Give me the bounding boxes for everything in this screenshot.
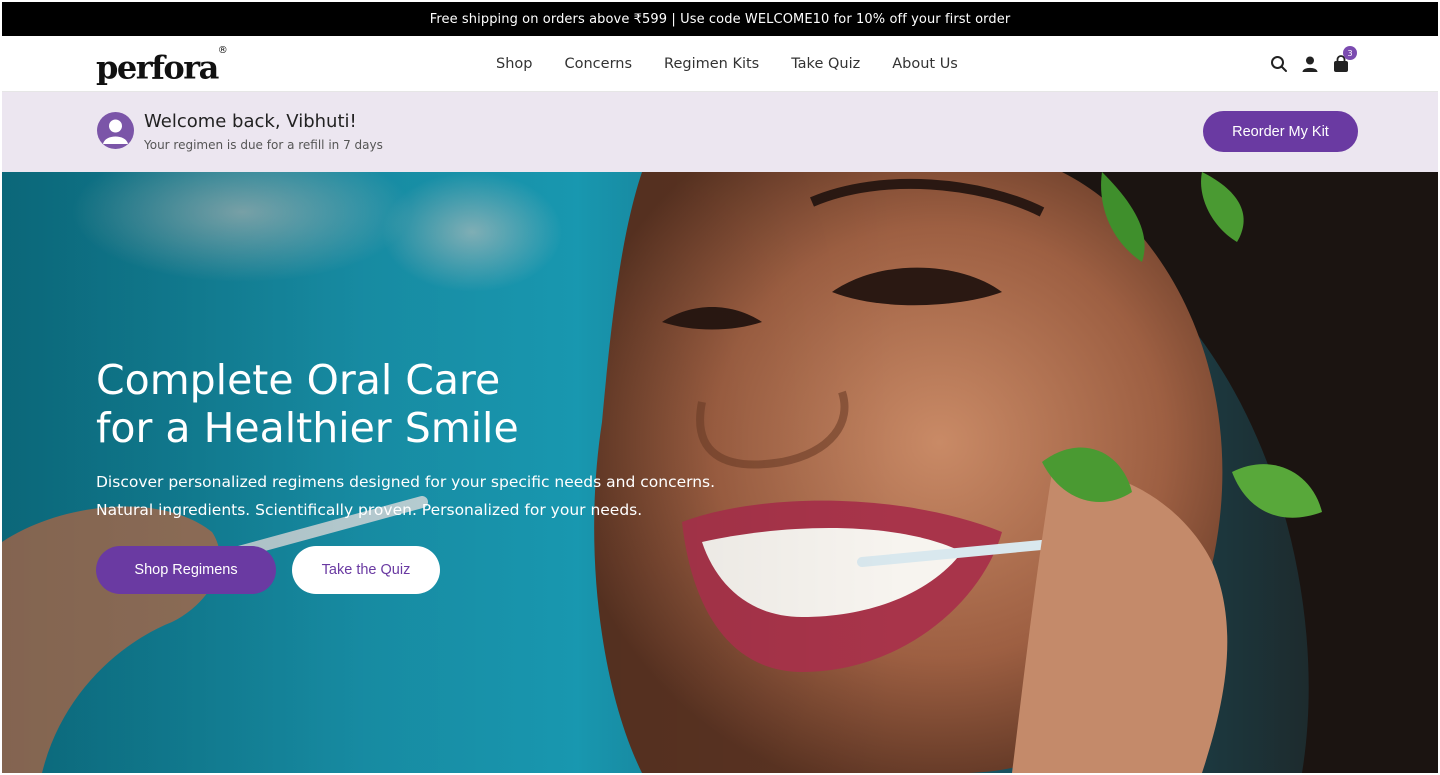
- reorder-kit-button[interactable]: Reorder My Kit: [1203, 111, 1358, 152]
- hero-section: Complete Oral Care for a Healthier Smile…: [2, 172, 1438, 773]
- announcement-text: Free shipping on orders above ₹599 | Use…: [429, 11, 1011, 27]
- hero-title: Complete Oral Care for a Healthier Smile: [96, 356, 716, 452]
- announcement-bar: Free shipping on orders above ₹599 | Use…: [2, 2, 1438, 36]
- search-icon[interactable]: [1270, 55, 1288, 73]
- page: Free shipping on orders above ₹599 | Use…: [2, 2, 1438, 773]
- welcome-banner: Welcome back, Vibhuti! Your regimen is d…: [2, 92, 1438, 172]
- brand-logo[interactable]: perfora®: [96, 45, 228, 88]
- nav-about-us[interactable]: About Us: [892, 56, 958, 72]
- cart-icon[interactable]: 3: [1332, 46, 1357, 73]
- hero-description: Discover personalized regimens designed …: [96, 468, 796, 524]
- take-quiz-button[interactable]: Take the Quiz: [292, 546, 440, 594]
- registered-mark: ®: [217, 45, 228, 56]
- nav-concerns[interactable]: Concerns: [564, 56, 632, 72]
- nav-shop[interactable]: Shop: [496, 56, 532, 72]
- avatar[interactable]: [97, 112, 134, 149]
- welcome-title: Welcome back, Vibhuti!: [144, 111, 357, 132]
- user-icon[interactable]: [1301, 55, 1319, 73]
- hero-title-line1: Complete Oral Care: [96, 356, 501, 404]
- main-nav: Shop Concerns Regimen Kits Take Quiz Abo…: [496, 36, 990, 92]
- site-header: perfora® Shop Concerns Regimen Kits Take…: [2, 36, 1438, 92]
- hero-desc-line1: Discover personalized regimens designed …: [96, 473, 716, 491]
- nav-regimen-kits[interactable]: Regimen Kits: [664, 56, 759, 72]
- hero-title-line2: for a Healthier Smile: [96, 404, 519, 452]
- hero-desc-line2: Natural ingredients. Scientifically prov…: [96, 501, 643, 519]
- shop-regimens-button[interactable]: Shop Regimens: [96, 546, 276, 594]
- nav-take-quiz[interactable]: Take Quiz: [791, 56, 860, 72]
- logo-text: perfora: [96, 48, 219, 87]
- cart-count-badge: 3: [1343, 46, 1357, 60]
- header-actions: 3: [1270, 36, 1357, 92]
- refill-reminder: Your regimen is due for a refill in 7 da…: [144, 138, 383, 152]
